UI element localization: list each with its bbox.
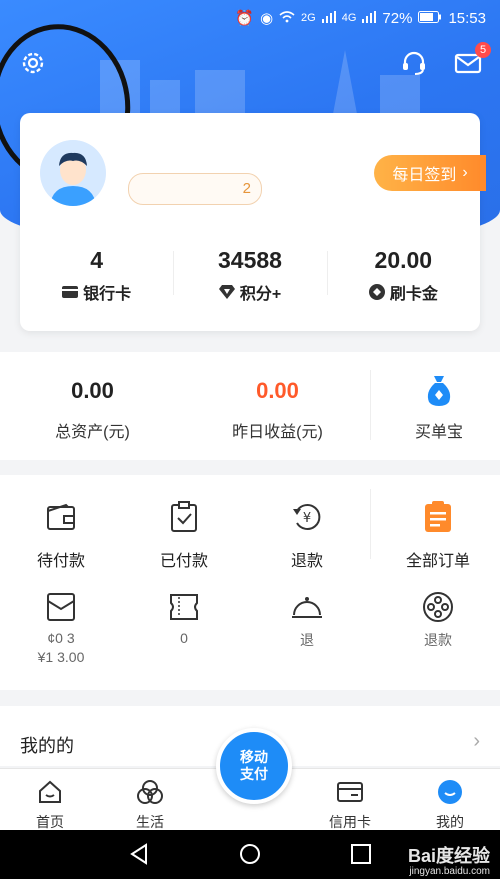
order-row2-item-2[interactable]: 0: [134, 587, 234, 646]
order-paid[interactable]: 已付款: [134, 497, 234, 571]
watermark-sub: jingyan.baidu.com: [409, 866, 490, 877]
network-type-2: 4G: [341, 12, 357, 24]
recents-icon[interactable]: [350, 843, 372, 865]
clock-time: 15:53: [448, 9, 486, 27]
alarm-icon: ⏰: [235, 10, 254, 27]
stat-label: 积分+: [239, 286, 282, 303]
ticket-icon: [170, 594, 198, 620]
tab-home[interactable]: 首页: [10, 779, 90, 832]
battery-percent: 72%: [382, 9, 413, 27]
clipboard-check-icon: [171, 501, 197, 532]
yesterday-earnings-value: 0.00: [256, 378, 299, 403]
order-row2-item-3[interactable]: 退: [257, 587, 357, 650]
stat-card-cash[interactable]: 20.00 刷卡金: [326, 241, 480, 311]
user-avatar-icon: [40, 140, 106, 206]
order-row2-item-1[interactable]: ¢0 3 ¥1 3.00: [11, 587, 111, 665]
card-icon: [62, 286, 79, 298]
tab-label: 我的: [436, 814, 464, 830]
stat-value: 4: [90, 247, 104, 273]
total-assets-label: 总资产(元): [55, 424, 130, 441]
divider: [370, 489, 371, 559]
order-sub-line2: ¥1 3.00: [37, 649, 85, 665]
messages-button[interactable]: 5: [451, 42, 491, 80]
order-sub-line1: ¢0 3: [47, 630, 75, 646]
customer-service-button[interactable]: [397, 46, 431, 80]
orders-list-icon: [425, 501, 451, 532]
mobile-pay-button[interactable]: 移动 支付: [216, 728, 292, 804]
coin-icon: [368, 284, 385, 300]
signal-icon: [321, 10, 336, 27]
stat-points[interactable]: 34588 积分+: [173, 241, 326, 311]
film-reel-icon: [423, 592, 453, 622]
watermark-main: Bai度经验: [407, 846, 490, 866]
order-label: 待付款: [36, 553, 85, 570]
order-sub-line2: 0: [180, 630, 188, 646]
watermark: Bai度经验 jingyan.baidu.com: [408, 842, 490, 877]
member-level-pill[interactable]: 2: [128, 173, 262, 205]
tab-label: 首页: [36, 814, 64, 830]
back-icon[interactable]: [128, 843, 150, 865]
order-sub-line2: 退: [300, 632, 314, 648]
tab-life[interactable]: 生活: [110, 779, 190, 832]
pay-label-line1: 移动: [240, 749, 268, 765]
avatar[interactable]: [40, 140, 106, 206]
maidanbao-label: 买单宝: [414, 424, 463, 441]
envelope-icon: [47, 593, 75, 621]
my-section-title: 我的的: [20, 736, 74, 756]
account-stats: 4 银行卡 34588 积分+ 20.00 刷卡金: [20, 241, 480, 311]
checkin-label: 每日签到: [392, 167, 457, 184]
stat-label: 刷卡金: [389, 286, 438, 303]
pay-label-line2: 支付: [240, 766, 268, 782]
total-assets-value: 0.00: [71, 378, 114, 403]
signal-icon: [362, 10, 377, 27]
order-row2-item-4[interactable]: 退款: [388, 587, 488, 650]
diamond-icon: [218, 285, 235, 299]
total-assets[interactable]: 0.00 总资产(元): [0, 352, 185, 460]
order-label: 全部订单: [405, 553, 470, 570]
order-label: 退款: [290, 553, 323, 570]
yesterday-earnings-label: 昨日收益(元): [232, 424, 323, 441]
chevron-right-icon: ›: [462, 164, 468, 181]
refund-yen-icon: ¥: [293, 504, 321, 530]
tab-me[interactable]: 我的: [410, 779, 490, 832]
order-all[interactable]: 全部订单: [388, 497, 488, 571]
home-nav-icon[interactable]: [239, 843, 261, 865]
tab-label: 生活: [136, 814, 164, 830]
order-refund[interactable]: ¥ 退款: [257, 497, 357, 571]
profile-card: 2 每日签到 › 4 银行卡 34588 积分+ 20.00 刷卡金: [20, 113, 486, 331]
top-action-bar: 5: [0, 15, 500, 193]
me-icon: [438, 780, 462, 804]
tab-label: 信用卡: [329, 814, 371, 830]
eye-icon: ◉: [259, 10, 274, 27]
creditcard-icon: [337, 782, 363, 802]
assets-section: 0.00 总资产(元) 0.00 昨日收益(元) 买单宝: [0, 352, 500, 460]
life-icon: [137, 780, 163, 804]
wallet-icon: [47, 503, 75, 530]
wifi-icon: [279, 10, 295, 27]
member-level: 2: [242, 180, 251, 197]
home-icon: [39, 780, 61, 803]
message-count-badge: 5: [475, 42, 491, 58]
dome-icon: [292, 597, 322, 618]
chevron-right-icon: ›: [473, 730, 480, 752]
maidanbao-entry[interactable]: 买单宝: [378, 352, 500, 460]
headset-icon: [403, 51, 425, 75]
stat-value: 20.00: [374, 247, 433, 273]
stat-bank-cards[interactable]: 4 银行卡: [20, 241, 173, 311]
tab-credit-card[interactable]: 信用卡: [310, 779, 390, 832]
daily-checkin-button[interactable]: 每日签到 ›: [374, 155, 486, 191]
order-sub-line2: 退款: [424, 632, 452, 648]
orders-section: 待付款 已付款 ¥ 退款 全部订单 ¢0 3 ¥1 3.00 0 退 退款: [0, 475, 500, 690]
money-bag-icon: [427, 376, 451, 406]
order-label: 已付款: [159, 553, 208, 570]
battery-icon: [418, 10, 442, 27]
svg-text:¥: ¥: [303, 511, 311, 526]
divider: [370, 370, 371, 440]
stat-label: 银行卡: [83, 286, 132, 303]
stat-value: 34588: [218, 247, 282, 273]
yesterday-earnings[interactable]: 0.00 昨日收益(元): [185, 352, 370, 460]
order-pending-payment[interactable]: 待付款: [11, 497, 111, 571]
network-type-1: 2G: [301, 12, 316, 24]
